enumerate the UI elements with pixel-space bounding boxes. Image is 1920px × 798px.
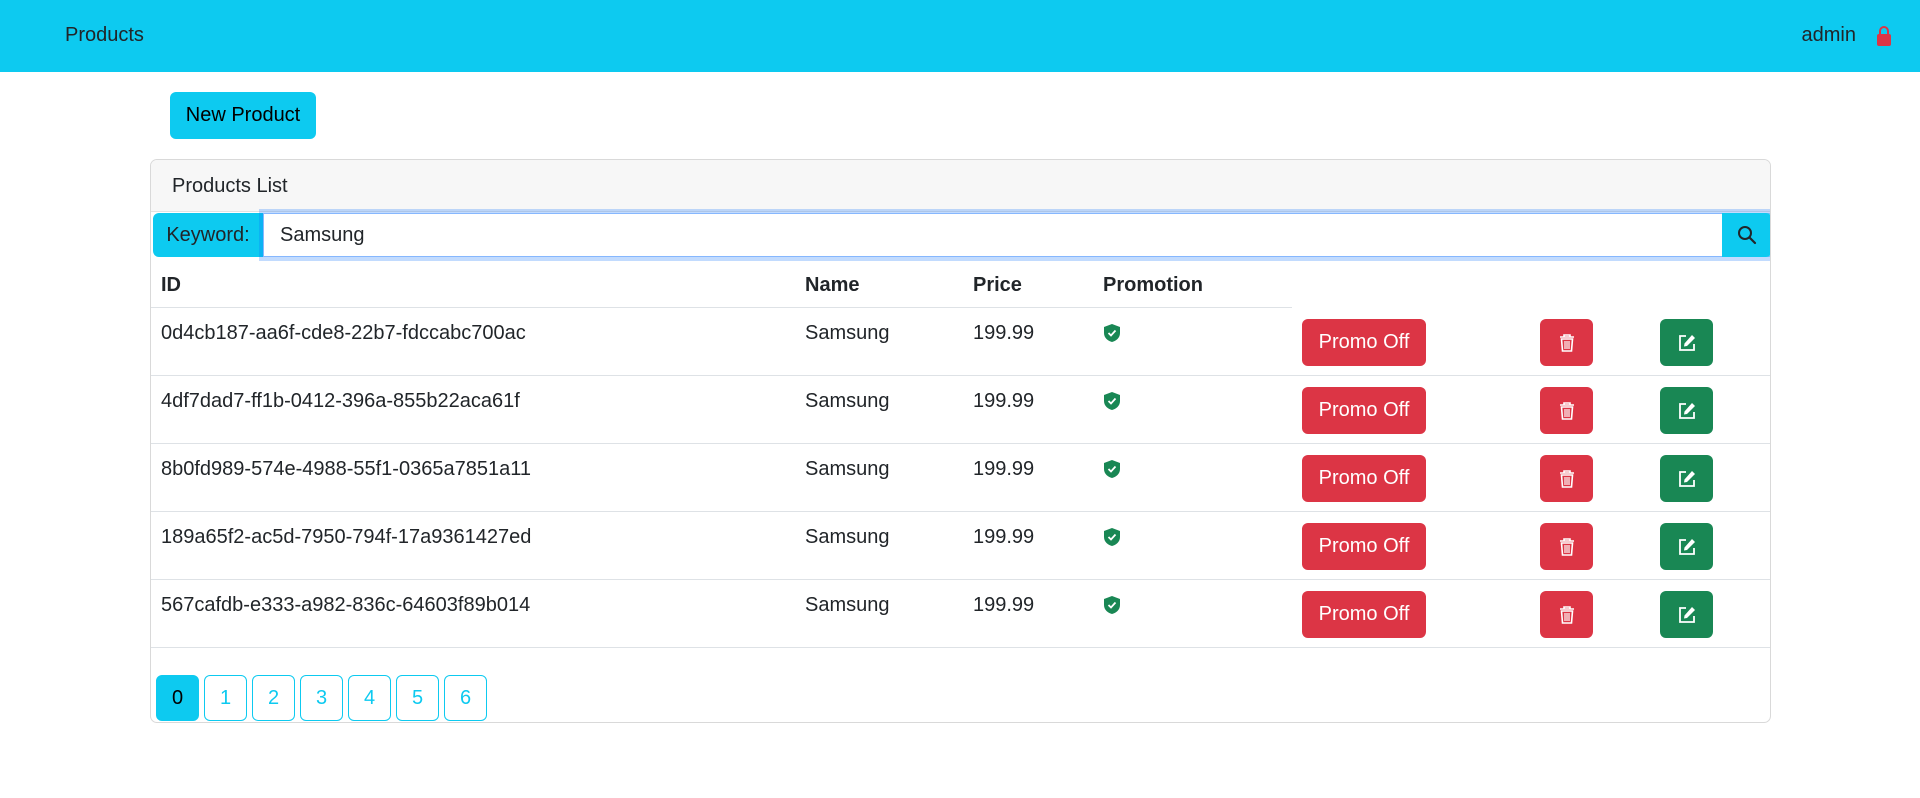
product-id: 4df7dad7-ff1b-0412-396a-855b22aca61f <box>161 390 520 412</box>
column-header-id: ID <box>161 274 181 296</box>
column-header-price: Price <box>973 274 1022 296</box>
page-button-0[interactable]: 0 <box>156 675 199 721</box>
product-id: 8b0fd989-574e-4988-55f1-0365a7851a11 <box>161 458 531 480</box>
product-id: 567cafdb-e333-a982-836c-64603f89b014 <box>161 594 531 616</box>
search-icon <box>1738 226 1757 245</box>
keyword-label: Keyword: <box>153 213 263 257</box>
table-row: 189a65f2-ac5d-7950-794f-17a9361427ed Sam… <box>151 512 1770 580</box>
product-name: Samsung <box>805 390 890 412</box>
edit-icon <box>1678 606 1695 623</box>
shield-check-icon <box>1103 323 1121 343</box>
edit-icon <box>1678 470 1695 487</box>
shield-check-icon <box>1103 595 1121 615</box>
edit-icon <box>1678 538 1695 555</box>
page-button-2[interactable]: 2 <box>252 675 295 721</box>
delete-button[interactable] <box>1540 455 1593 502</box>
shield-check-icon <box>1103 391 1121 411</box>
card-header: Products List <box>151 160 1770 212</box>
promo-off-button[interactable]: Promo Off <box>1302 591 1426 638</box>
delete-button[interactable] <box>1540 523 1593 570</box>
products-card: Products List Keyword: ID Name Price Pro… <box>150 159 1771 723</box>
promo-off-button[interactable]: Promo Off <box>1302 319 1426 366</box>
delete-button[interactable] <box>1540 591 1593 638</box>
table-header: ID Name Price Promotion <box>151 272 1292 308</box>
product-name: Samsung <box>805 322 890 344</box>
product-id: 189a65f2-ac5d-7950-794f-17a9361427ed <box>161 526 532 548</box>
edit-button[interactable] <box>1660 319 1713 366</box>
search-bar: Keyword: <box>151 209 1770 261</box>
trash-icon <box>1559 401 1574 420</box>
table-row: 4df7dad7-ff1b-0412-396a-855b22aca61f Sam… <box>151 376 1770 444</box>
product-name: Samsung <box>805 526 890 548</box>
edit-button[interactable] <box>1660 591 1713 638</box>
page-button-6[interactable]: 6 <box>444 675 487 721</box>
product-name: Samsung <box>805 458 890 480</box>
table-row: 0d4cb187-aa6f-cde8-22b7-fdccabc700ac Sam… <box>151 308 1770 376</box>
edit-icon <box>1678 402 1695 419</box>
delete-button[interactable] <box>1540 319 1593 366</box>
product-id: 0d4cb187-aa6f-cde8-22b7-fdccabc700ac <box>161 322 526 344</box>
edit-button[interactable] <box>1660 523 1713 570</box>
table-row: 567cafdb-e333-a982-836c-64603f89b014 Sam… <box>151 580 1770 648</box>
trash-icon <box>1559 605 1574 624</box>
card-title: Products List <box>172 175 288 197</box>
column-header-name: Name <box>805 274 860 296</box>
nav-username[interactable]: admin <box>1802 24 1856 47</box>
trash-icon <box>1559 333 1574 352</box>
new-product-button[interactable]: New Product <box>170 92 316 139</box>
edit-button[interactable] <box>1660 455 1713 502</box>
search-button[interactable] <box>1722 213 1770 257</box>
product-price: 199.99 <box>973 390 1035 412</box>
delete-button[interactable] <box>1540 387 1593 434</box>
table-row: 8b0fd989-574e-4988-55f1-0365a7851a11 Sam… <box>151 444 1770 512</box>
product-price: 199.99 <box>973 526 1035 548</box>
edit-button[interactable] <box>1660 387 1713 434</box>
keyword-input[interactable] <box>259 209 1770 261</box>
nav-brand-products[interactable]: Products <box>65 24 144 47</box>
page-button-3[interactable]: 3 <box>300 675 343 721</box>
lock-icon[interactable] <box>1876 25 1892 47</box>
page-button-1[interactable]: 1 <box>204 675 247 721</box>
edit-icon <box>1678 334 1695 351</box>
column-header-promotion: Promotion <box>1103 274 1203 296</box>
promo-off-button[interactable]: Promo Off <box>1302 455 1426 502</box>
product-price: 199.99 <box>973 458 1035 480</box>
products-table-body: 0d4cb187-aa6f-cde8-22b7-fdccabc700ac Sam… <box>151 308 1770 648</box>
promo-off-button[interactable]: Promo Off <box>1302 387 1426 434</box>
shield-check-icon <box>1103 527 1121 547</box>
page-button-5[interactable]: 5 <box>396 675 439 721</box>
shield-check-icon <box>1103 459 1121 479</box>
trash-icon <box>1559 469 1574 488</box>
top-navbar: Products admin <box>0 0 1920 72</box>
trash-icon <box>1559 537 1574 556</box>
product-name: Samsung <box>805 594 890 616</box>
product-price: 199.99 <box>973 594 1035 616</box>
page-button-4[interactable]: 4 <box>348 675 391 721</box>
product-price: 199.99 <box>973 322 1035 344</box>
promo-off-button[interactable]: Promo Off <box>1302 523 1426 570</box>
